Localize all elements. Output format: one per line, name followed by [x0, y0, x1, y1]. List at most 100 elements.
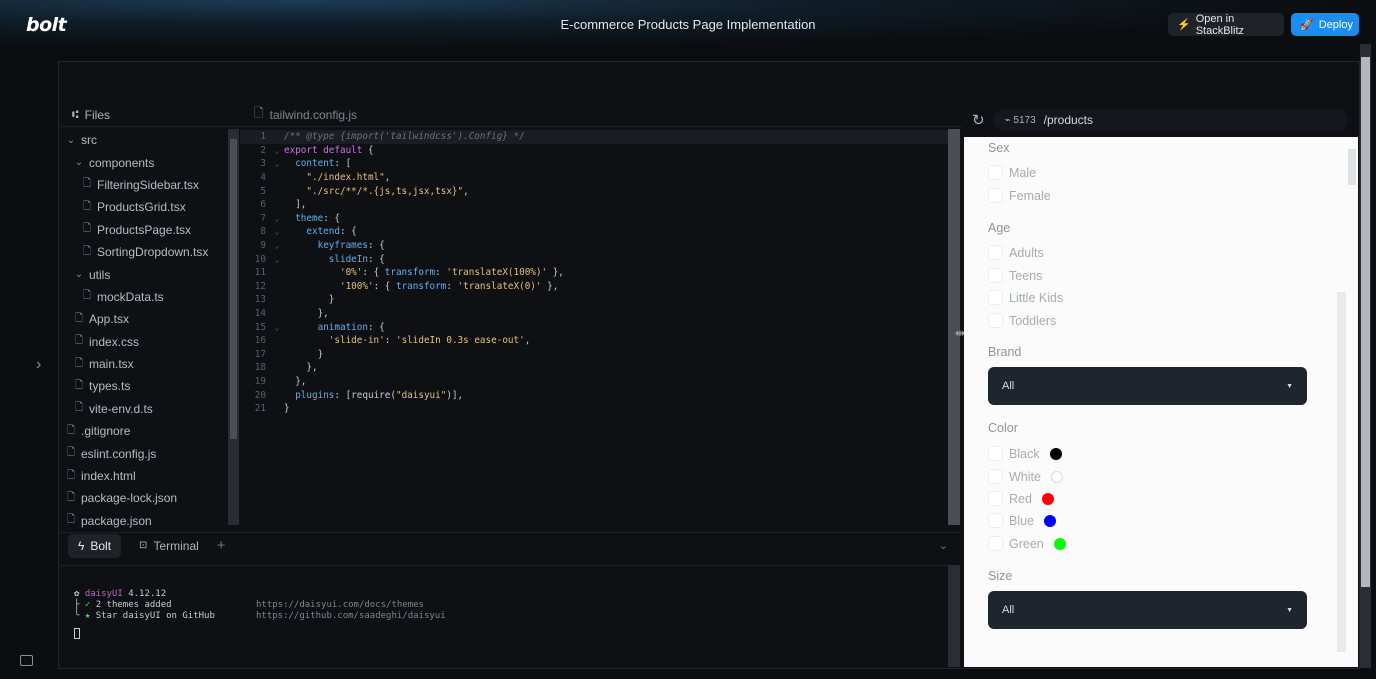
- code-line[interactable]: 7 ⌄ theme: {: [240, 212, 950, 226]
- code-line[interactable]: 17 }: [240, 348, 950, 362]
- code-line[interactable]: 12 '100%': { transform: 'translateX(0)' …: [240, 280, 950, 294]
- fold-icon[interactable]: ⌄: [270, 214, 284, 223]
- file-item[interactable]: 🗋 ProductsGrid.tsx: [60, 196, 228, 218]
- page-scroll-thumb[interactable]: [1361, 57, 1370, 587]
- daisy-name: daisyUI: [84, 588, 123, 599]
- tab-bolt[interactable]: ϟ Bolt: [68, 533, 122, 558]
- sidebar-toggle-icon[interactable]: [20, 655, 33, 666]
- age-option-little-kids[interactable]: Little Kids: [988, 290, 1063, 305]
- file-item[interactable]: 🗋 main.tsx: [60, 353, 228, 375]
- code-editor[interactable]: 1 /** @type {import('tailwindcss').Config…: [240, 130, 950, 526]
- folder-item[interactable]: ⌄ src: [60, 129, 228, 151]
- folder-item[interactable]: ⌄ components: [60, 151, 228, 173]
- file-item[interactable]: 🗋 package.json: [60, 510, 228, 532]
- file-item[interactable]: 🗋 ProductsPage.tsx: [60, 219, 228, 241]
- chevron-right-icon[interactable]: ›: [36, 356, 41, 374]
- brand-select[interactable]: All ▼: [988, 367, 1307, 405]
- size-select[interactable]: All ▼: [988, 591, 1307, 629]
- code-line[interactable]: 4 "./index.html",: [240, 171, 950, 185]
- fold-icon[interactable]: ⌄: [270, 227, 284, 236]
- sidebar-scrollbar[interactable]: [1337, 292, 1346, 652]
- preview-scrollbar[interactable]: [1348, 149, 1356, 185]
- file-tree-scroll-thumb[interactable]: [230, 139, 237, 439]
- code-line[interactable]: 19 },: [240, 375, 950, 389]
- fold-icon[interactable]: ⌄: [270, 159, 284, 168]
- code-line[interactable]: 5 "./src/**/*.{js,ts,jsx,tsx}",: [240, 184, 950, 198]
- port-indicator[interactable]: ⌁ 5173: [1005, 115, 1036, 126]
- color-option-black[interactable]: Black: [988, 446, 1062, 461]
- file-item[interactable]: 🗋 FilteringSidebar.tsx: [60, 174, 228, 196]
- code-line[interactable]: 2 ⌄ export default {: [240, 144, 950, 158]
- file-item[interactable]: 🗋 index.html: [60, 465, 228, 487]
- color-option-red[interactable]: Red: [988, 491, 1054, 506]
- caret-down-icon: ▼: [1286, 606, 1293, 614]
- add-terminal-button[interactable]: +: [217, 537, 226, 554]
- sex-option-female[interactable]: Female: [988, 188, 1051, 203]
- line-number: 7: [260, 212, 266, 224]
- checkbox[interactable]: [988, 469, 1003, 484]
- file-item[interactable]: 🗋 App.tsx: [60, 308, 228, 330]
- reload-icon[interactable]: ↻: [972, 111, 985, 129]
- open-in-stackblitz-button[interactable]: ⚡ Open in StackBlitz: [1168, 13, 1284, 37]
- code-text: '100%': { transform: 'translateX(0)' },: [339, 280, 559, 292]
- checkbox[interactable]: [988, 245, 1003, 260]
- file-item[interactable]: 🗋 index.css: [60, 331, 228, 353]
- file-item[interactable]: 🗋 package-lock.json: [60, 487, 228, 509]
- color-option-green[interactable]: Green: [988, 536, 1066, 551]
- line-number: 19: [254, 375, 266, 387]
- code-line[interactable]: 16 'slide-in': 'slideIn 0.3s ease-out',: [240, 334, 950, 348]
- color-option-blue[interactable]: Blue: [988, 513, 1057, 528]
- sex-option-male[interactable]: Male: [988, 165, 1036, 180]
- file-item[interactable]: 🗋 SortingDropdown.tsx: [60, 241, 228, 263]
- age-option-adults[interactable]: Adults: [988, 245, 1044, 260]
- file-item[interactable]: 🗋 types.ts: [60, 375, 228, 397]
- checkbox[interactable]: [988, 165, 1003, 180]
- code-line[interactable]: 13 }: [240, 293, 950, 307]
- terminal-output[interactable]: ✿ daisyUI 4.12.12 ├ ✓ 2 themes added htt…: [60, 565, 948, 667]
- fold-icon[interactable]: ⌄: [270, 146, 284, 155]
- folder-item[interactable]: ⌄ utils: [60, 263, 228, 285]
- file-item[interactable]: 🗋 .gitignore: [60, 420, 228, 442]
- chevron-down-icon[interactable]: ⌄: [939, 539, 948, 552]
- checkbox[interactable]: [988, 513, 1003, 528]
- code-text: ],: [284, 199, 307, 211]
- code-line[interactable]: 10 ⌄ slideIn: {: [240, 252, 950, 266]
- tab-terminal[interactable]: ⊡ Terminal: [129, 534, 209, 558]
- file-item[interactable]: 🗋 vite-env.d.ts: [60, 398, 228, 420]
- code-line[interactable]: 1 /** @type {import('tailwindcss').Config…: [240, 130, 950, 144]
- checkbox[interactable]: [988, 491, 1003, 506]
- checkbox[interactable]: [988, 268, 1003, 283]
- code-line[interactable]: 21}: [240, 402, 950, 416]
- themes-added-text: 2 themes added: [95, 600, 172, 611]
- color-swatch: [1050, 470, 1063, 483]
- file-item[interactable]: 🗋 mockData.ts: [60, 286, 228, 308]
- code-line[interactable]: 14 },: [240, 307, 950, 321]
- checkbox[interactable]: [988, 536, 1003, 551]
- size-title: Size: [988, 569, 1013, 583]
- age-option-toddlers[interactable]: Toddlers: [988, 313, 1056, 328]
- terminal-scrollbar[interactable]: [948, 565, 960, 667]
- code-line[interactable]: 6 ],: [240, 198, 950, 212]
- preview-url-bar[interactable]: ⌁ 5173 /products: [992, 109, 1348, 131]
- color-option-white[interactable]: White: [988, 469, 1063, 484]
- file-item[interactable]: 🗋 eslint.config.js: [60, 442, 228, 464]
- checkbox[interactable]: [988, 446, 1003, 461]
- code-line[interactable]: 11 '0%': { transform: 'translateX(100%)'…: [240, 266, 950, 280]
- code-line[interactable]: 9 ⌄ keyframes: {: [240, 239, 950, 253]
- terminal-cursor: [74, 628, 80, 640]
- checkbox[interactable]: [988, 188, 1003, 203]
- fold-icon[interactable]: ⌄: [270, 323, 284, 332]
- code-line[interactable]: 18 },: [240, 361, 950, 375]
- editor-tab[interactable]: 🗋 tailwind.config.js: [240, 103, 962, 127]
- code-line[interactable]: 8 ⌄ extend: {: [240, 225, 950, 239]
- option-label: Female: [1009, 188, 1051, 203]
- fold-icon[interactable]: ⌄: [270, 255, 284, 264]
- checkbox[interactable]: [988, 313, 1003, 328]
- code-line[interactable]: 20 plugins: [require("daisyui")],: [240, 388, 950, 402]
- code-line[interactable]: 15 ⌄ animation: {: [240, 320, 950, 334]
- checkbox[interactable]: [988, 290, 1003, 305]
- deploy-button[interactable]: 🚀 Deploy: [1291, 13, 1359, 36]
- fold-icon[interactable]: ⌄: [270, 241, 284, 250]
- age-option-teens[interactable]: Teens: [988, 268, 1042, 283]
- code-line[interactable]: 3 ⌄ content: [: [240, 157, 950, 171]
